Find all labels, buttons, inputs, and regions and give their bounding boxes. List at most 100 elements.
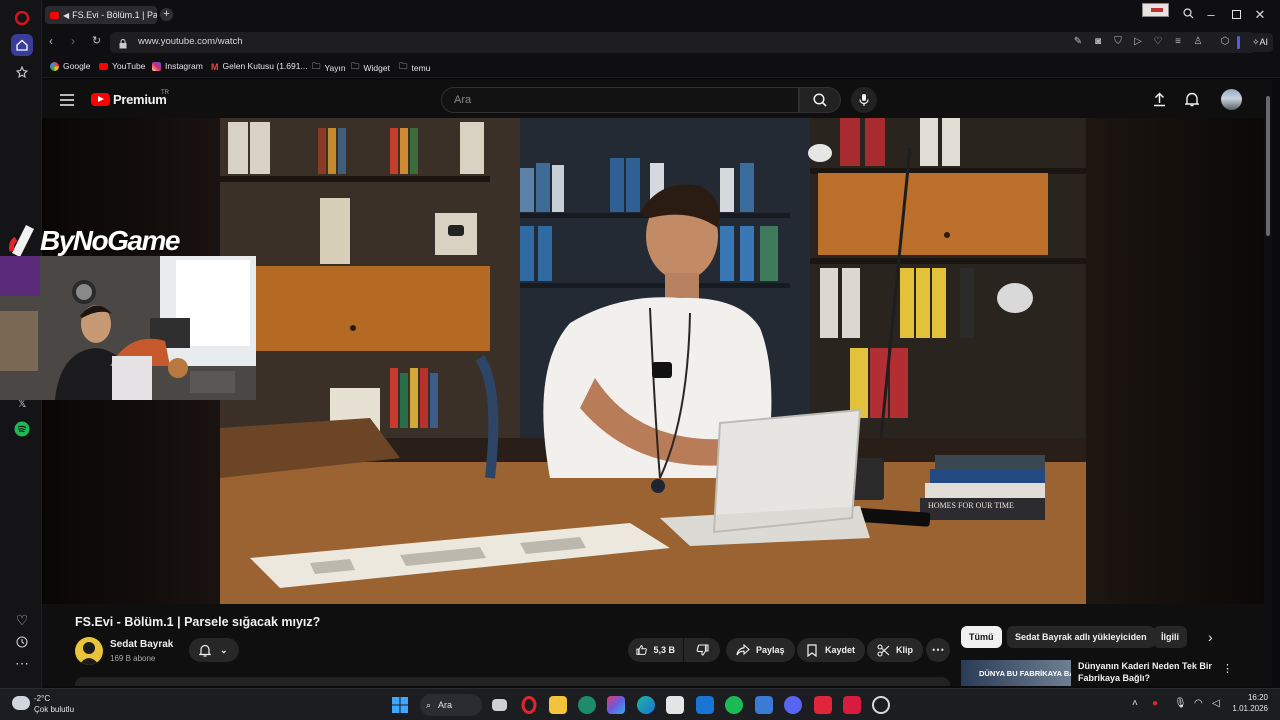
like-button[interactable]: 5,3 B xyxy=(628,638,683,662)
opera-taskbar-icon[interactable] xyxy=(520,696,538,714)
app-circle-icon[interactable] xyxy=(578,696,596,714)
store-icon[interactable] xyxy=(666,696,684,714)
minimize-button[interactable]: – xyxy=(1202,6,1220,24)
bell-icon xyxy=(199,644,211,657)
recommendation-title[interactable]: Dünyanın Kaderi Neden Tek Bir Fabrikaya … xyxy=(1078,660,1218,686)
camera-icon[interactable]: ◙ xyxy=(1092,36,1104,47)
tray-mic-icon[interactable]: 🎙︎ xyxy=(1174,698,1187,709)
history-icon[interactable] xyxy=(11,631,33,653)
extensions-icon[interactable]: ⬡ xyxy=(1219,36,1231,47)
heart-icon[interactable]: ♡ xyxy=(1152,36,1164,47)
brand-word: Premium xyxy=(113,92,167,107)
task-view-icon[interactable] xyxy=(492,699,507,711)
recommendation-menu-icon[interactable]: ⋮ xyxy=(1222,662,1233,675)
gmail-icon: M xyxy=(211,61,219,72)
share-button[interactable]: Paylaş xyxy=(726,638,795,662)
taskbar-search[interactable]: ⌕ Ara xyxy=(420,694,482,716)
chevron-right-icon[interactable]: › xyxy=(1208,629,1213,645)
tray-app-icon[interactable]: ● xyxy=(1152,698,1158,709)
thumbs-up-icon xyxy=(636,645,647,655)
reload-icon[interactable]: ↻ xyxy=(92,34,101,47)
ai-button[interactable]: ✧AI xyxy=(1247,33,1273,52)
tray-volume-icon[interactable]: ◁ xyxy=(1212,698,1220,709)
search-tabs-icon[interactable] xyxy=(1179,6,1197,24)
app-red-icon[interactable] xyxy=(814,696,832,714)
scrollbar-thumb[interactable] xyxy=(1266,96,1270,236)
profile-thumbnail[interactable] xyxy=(1142,3,1169,17)
upload-icon[interactable] xyxy=(1153,92,1166,112)
bookmark-gmail[interactable]: M Gelen Kutusu (1.691... xyxy=(211,61,308,72)
chip-from-uploader[interactable]: Sedat Bayrak adlı yükleyiciden xyxy=(1007,626,1155,648)
youtube-premium-logo[interactable]: Premium xyxy=(91,92,167,107)
file-explorer-icon[interactable] xyxy=(549,696,567,714)
chip-all[interactable]: Tümü xyxy=(961,626,1002,648)
bookmark-folder-temu[interactable]: 🗀 temu xyxy=(399,61,430,75)
more-options-icon[interactable]: ⋯ xyxy=(11,652,33,674)
youtube-play-icon xyxy=(91,93,110,106)
home-icon[interactable] xyxy=(11,34,33,56)
tray-chevron-icon[interactable]: ˄ xyxy=(1132,698,1138,709)
edge-icon[interactable] xyxy=(637,696,655,714)
dislike-button[interactable] xyxy=(684,638,720,662)
windows-start-icon[interactable] xyxy=(391,696,409,714)
discord-icon[interactable] xyxy=(784,696,802,714)
video-frame[interactable]: HOMES FOR OUR TIME xyxy=(220,118,1086,604)
notifications-bell-icon[interactable] xyxy=(1184,92,1200,112)
favorites-heart-icon[interactable]: ♡ xyxy=(11,609,33,631)
tab-title: FS.Evi - Bölüm.1 | Parsele xyxy=(72,10,157,20)
user-avatar[interactable] xyxy=(1221,89,1242,110)
app-cube-icon[interactable] xyxy=(755,696,773,714)
close-window-button[interactable]: ✕ xyxy=(1251,6,1269,24)
url-field[interactable]: www.youtube.com/watch ✎ ◙ ⛉ ▷ ♡ ≡ ♙ ⬡ xyxy=(110,32,1255,53)
menu-lines-icon[interactable]: ≡ xyxy=(1172,36,1184,47)
tab-youtube-video[interactable]: ◀︎ FS.Evi - Bölüm.1 | Parsele xyxy=(45,6,157,24)
thumbs-down-icon xyxy=(696,644,709,656)
channel-avatar[interactable] xyxy=(75,637,103,665)
search-icon: ⌕ xyxy=(426,700,432,710)
voice-search-button[interactable] xyxy=(851,87,877,113)
spotify-icon[interactable] xyxy=(11,418,33,440)
settings-gear-icon[interactable] xyxy=(872,696,890,714)
player-icon[interactable]: ▷ xyxy=(1132,36,1144,47)
tray-wifi-icon[interactable]: ◠ xyxy=(1194,698,1203,709)
clock[interactable]: 16:20 1.01.2026 xyxy=(1228,693,1268,713)
save-button[interactable]: Kaydet xyxy=(797,638,866,662)
instagram-icon xyxy=(152,61,161,71)
forward-icon[interactable]: › xyxy=(71,34,75,48)
edit-icon[interactable]: ✎ xyxy=(1072,36,1084,47)
youtube-favicon-icon xyxy=(50,11,59,19)
spotify-taskbar-icon[interactable] xyxy=(725,696,743,714)
bookmark-folder-widget[interactable]: 🗀 Widget xyxy=(351,61,390,75)
speaker-icon[interactable]: ◀︎ xyxy=(63,11,69,20)
recommendation-thumbnail[interactable]: DÜNYA BU FABRİKAYA BAĞLI xyxy=(961,660,1071,686)
chip-related[interactable]: İlgili xyxy=(1153,626,1187,648)
opera-logo-icon[interactable] xyxy=(11,7,33,29)
search-icon xyxy=(813,93,827,107)
search-button[interactable] xyxy=(799,87,841,113)
bookmark-youtube[interactable]: YouTube xyxy=(99,61,145,71)
more-actions-button[interactable]: ⋯ xyxy=(926,638,950,662)
maximize-button[interactable] xyxy=(1227,6,1245,24)
hamburger-menu-icon[interactable] xyxy=(60,93,74,111)
shield-icon[interactable]: ⛉ xyxy=(1112,36,1124,47)
back-icon[interactable]: ‹ xyxy=(49,34,53,48)
clock-time: 16:20 xyxy=(1247,693,1268,702)
new-tab-button[interactable]: + xyxy=(160,8,173,21)
notification-subscribe-button[interactable]: ⌄ xyxy=(189,638,239,662)
pinboard-icon[interactable] xyxy=(11,61,33,83)
url-text: www.youtube.com/watch xyxy=(138,36,243,47)
clip-button[interactable]: Klip xyxy=(867,638,923,662)
weather-desc: Çok bulutlu xyxy=(34,705,75,714)
microsoft-365-icon[interactable] xyxy=(607,696,625,714)
app-red2-icon[interactable] xyxy=(843,696,861,714)
bookmark-folder-yayin[interactable]: 🗀 Yayın xyxy=(312,61,346,75)
bookmark-instagram[interactable]: Instagram xyxy=(152,61,203,71)
page-scrollbar[interactable] xyxy=(1264,80,1272,686)
mail-icon[interactable] xyxy=(696,696,714,714)
search-input[interactable]: Ara xyxy=(441,87,799,113)
channel-name[interactable]: Sedat Bayrak xyxy=(110,639,173,650)
account-icon[interactable]: ♙ xyxy=(1192,36,1204,47)
description-box[interactable] xyxy=(75,677,950,686)
thumbnail-text: DÜNYA BU FABRİKAYA BAĞLI xyxy=(979,669,1071,678)
bookmark-google[interactable]: Google xyxy=(50,61,90,71)
